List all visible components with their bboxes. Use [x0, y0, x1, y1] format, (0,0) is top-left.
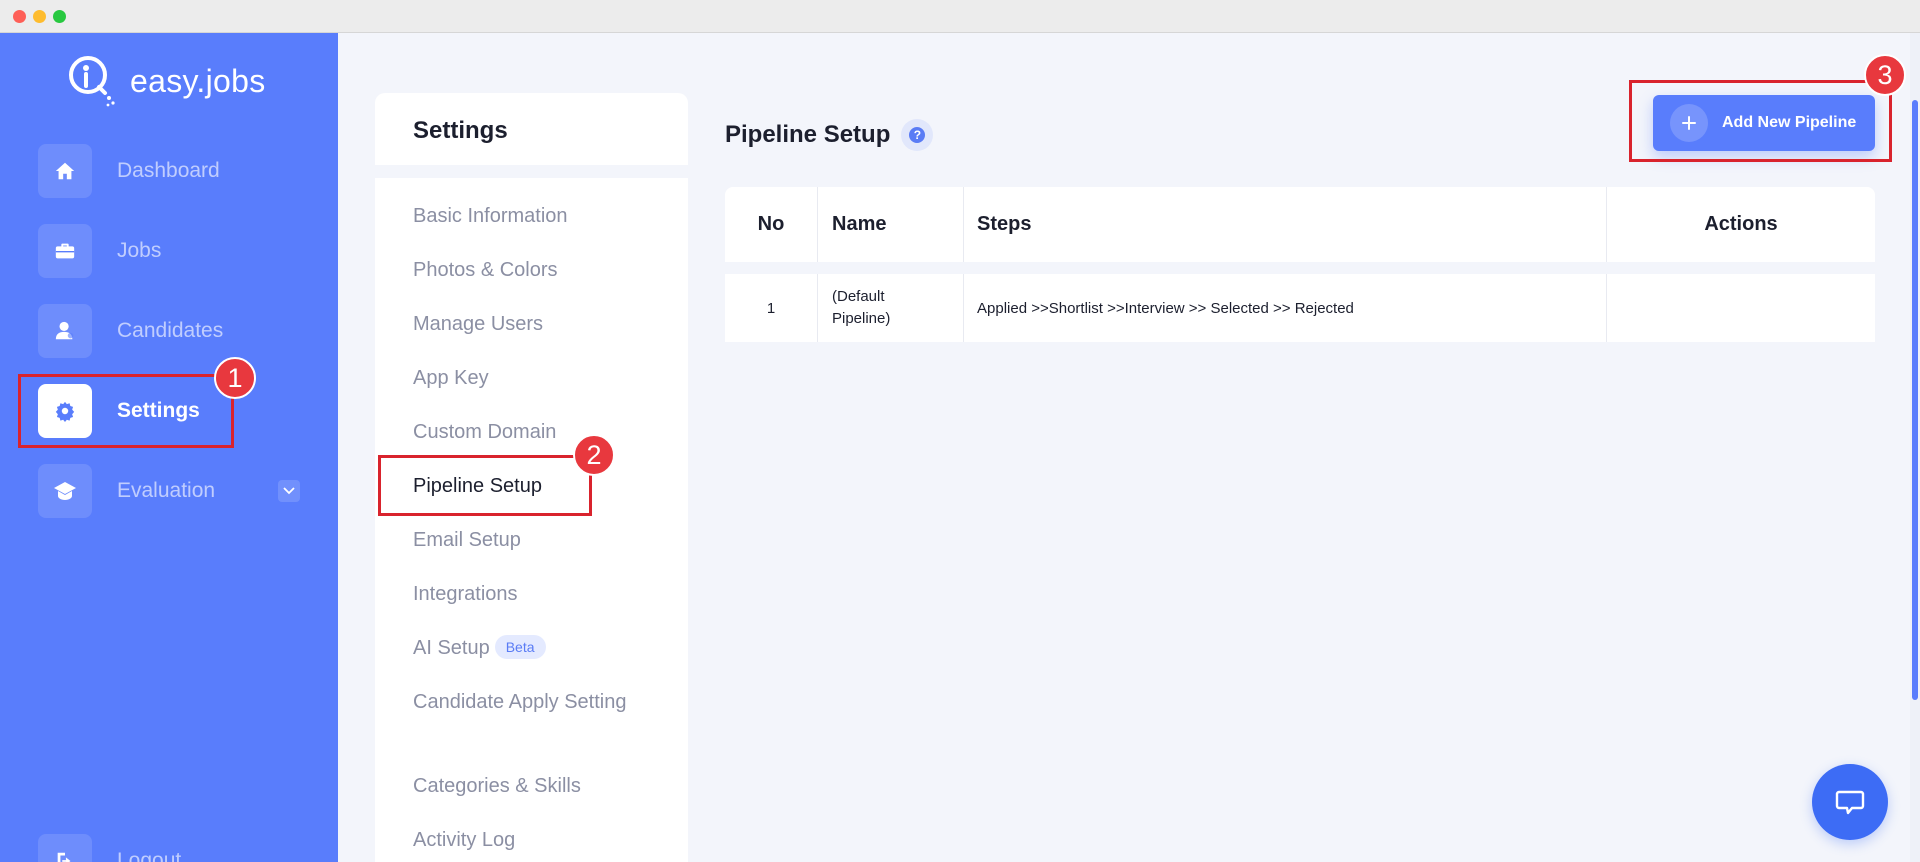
sidebar-item-label: Dashboard	[117, 159, 220, 182]
settings-menu-photos-colors[interactable]: Photos & Colors	[413, 256, 558, 285]
settings-menu-ai-setup[interactable]: AI Setup Beta	[413, 634, 546, 663]
home-icon	[38, 144, 92, 198]
sidebar-item-label: Logout	[117, 849, 182, 862]
pipeline-table: No Name Steps Actions 1 (Default Pipelin…	[725, 187, 1875, 342]
sidebar-item-candidates[interactable]: Candidates	[38, 303, 300, 359]
sidebar-item-label: Evaluation	[117, 479, 216, 502]
minimize-window-button[interactable]	[33, 10, 46, 23]
settings-menu-custom-domain[interactable]: Custom Domain	[413, 418, 556, 447]
cell-no: 1	[725, 274, 818, 342]
settings-menu-email-setup[interactable]: Email Setup	[413, 526, 521, 555]
scrollbar-thumb[interactable]	[1912, 100, 1918, 700]
settings-menu-app-key[interactable]: App Key	[413, 364, 489, 393]
sidebar-item-dashboard[interactable]: Dashboard	[38, 143, 300, 199]
column-header-steps: Steps	[964, 187, 1607, 262]
settings-menu-categories-skills[interactable]: Categories & Skills	[413, 772, 581, 801]
highlight-box-add-pipeline	[1629, 80, 1892, 162]
settings-menu-candidate-apply-setting[interactable]: Candidate Apply Setting	[413, 688, 653, 717]
settings-menu-basic-information[interactable]: Basic Information	[413, 202, 568, 231]
maximize-window-button[interactable]	[53, 10, 66, 23]
settings-panel-title: Settings	[375, 93, 688, 165]
chat-support-button[interactable]	[1812, 764, 1888, 840]
user-icon	[38, 304, 92, 358]
cell-actions	[1607, 274, 1875, 342]
logout-icon	[38, 834, 92, 862]
column-header-name: Name	[818, 187, 964, 262]
settings-menu-integrations[interactable]: Integrations	[413, 580, 518, 609]
settings-menu: Basic Information Photos & Colors Manage…	[375, 178, 688, 862]
cell-steps: Applied >>Shortlist >>Interview >> Selec…	[964, 274, 1607, 342]
column-header-no: No	[725, 187, 818, 262]
sidebar-item-label: Jobs	[117, 239, 162, 262]
easyjobs-logo-icon	[69, 56, 115, 107]
cell-name: (Default Pipeline)	[818, 274, 964, 342]
sidebar-item-jobs[interactable]: Jobs	[38, 223, 300, 279]
sidebar-item-evaluation[interactable]: Evaluation	[38, 463, 300, 519]
settings-menu-manage-users[interactable]: Manage Users	[413, 310, 543, 339]
cell-name-line: (Default	[832, 288, 885, 305]
step-badge-1: 1	[214, 357, 256, 399]
settings-menu-activity-log[interactable]: Activity Log	[413, 826, 515, 855]
chevron-down-icon[interactable]	[278, 480, 300, 502]
step-badge-2: 2	[573, 434, 615, 476]
logo[interactable]: easy.jobs	[66, 53, 266, 109]
page-title-text: Pipeline Setup	[725, 121, 891, 148]
table-row[interactable]: 1 (Default Pipeline) Applied >>Shortlist…	[725, 274, 1875, 342]
help-symbol: ?	[909, 127, 926, 143]
window-titlebar	[0, 0, 1920, 33]
highlight-box-settings	[18, 374, 234, 448]
settings-menu-label: AI Setup	[413, 637, 490, 659]
briefcase-icon	[38, 224, 92, 278]
step-badge-3: 3	[1864, 54, 1906, 96]
column-header-actions: Actions	[1704, 213, 1778, 235]
graduation-cap-icon	[38, 464, 92, 518]
chat-bubble-icon	[1835, 790, 1865, 815]
page-title: Pipeline Setup ?	[725, 119, 934, 151]
cell-name-line: Pipeline)	[832, 310, 891, 327]
highlight-box-pipeline-setup	[378, 455, 592, 516]
sidebar-item-label: Candidates	[117, 319, 224, 342]
help-icon[interactable]: ?	[901, 119, 934, 151]
sidebar-item-logout[interactable]: Logout	[38, 833, 300, 862]
table-header: No Name Steps Actions	[725, 187, 1875, 262]
beta-badge: Beta	[494, 635, 546, 659]
close-window-button[interactable]	[13, 10, 26, 23]
brand-name: easy.jobs	[130, 62, 266, 99]
